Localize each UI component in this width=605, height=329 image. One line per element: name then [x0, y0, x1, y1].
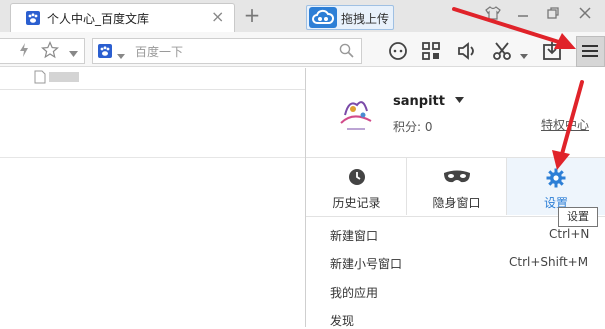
chat-icon[interactable]: [387, 40, 409, 62]
history-tile[interactable]: 历史记录: [307, 158, 407, 215]
menu-item-my-apps[interactable]: 我的应用: [330, 284, 378, 301]
baidu-engine-icon[interactable]: [98, 44, 112, 58]
chevron-down-icon[interactable]: [69, 46, 78, 60]
incognito-label: 隐身窗口: [432, 196, 481, 210]
search-placeholder: 百度一下: [135, 45, 184, 59]
tab-baidu-wenku[interactable]: 个人中心_百度文库 ×: [10, 3, 235, 33]
new-tab-button[interactable]: +: [240, 5, 264, 27]
menu-item-new-alt-window[interactable]: 新建小号窗口: [330, 255, 402, 272]
menu-button[interactable]: [576, 36, 605, 67]
cloud-icon: [309, 7, 337, 28]
account-caret-icon[interactable]: [455, 95, 464, 106]
lightning-icon[interactable]: [18, 42, 30, 61]
avatar[interactable]: [333, 93, 377, 133]
search-icon[interactable]: [339, 43, 354, 61]
blurred-bookmark[interactable]: [49, 72, 79, 82]
drag-upload-button[interactable]: 拖拽上传: [306, 5, 394, 30]
history-label: 历史记录: [332, 196, 381, 210]
menu-item-discover[interactable]: 发现: [330, 312, 354, 329]
search-box[interactable]: 百度一下: [92, 38, 362, 64]
star-icon[interactable]: [41, 40, 59, 62]
tab-title: 个人中心_百度文库: [47, 12, 150, 26]
points-text: 积分: 0: [393, 120, 433, 134]
annotation-arrow-to-settings: [552, 80, 584, 170]
menu-item-new-window[interactable]: 新建窗口: [330, 227, 378, 244]
apps-icon[interactable]: [420, 40, 442, 62]
hamburger-icon: [582, 45, 598, 57]
mask-icon: [444, 170, 470, 183]
upload-label: 拖拽上传: [341, 12, 390, 26]
username[interactable]: sanpitt: [393, 94, 445, 109]
engine-dropdown-icon[interactable]: [117, 48, 125, 62]
shortcut-new-window: Ctrl+N: [549, 227, 590, 241]
page-divider: [0, 157, 305, 158]
paw-icon: [26, 11, 40, 25]
close-window-icon[interactable]: [578, 6, 592, 24]
document-icon[interactable]: [34, 70, 46, 87]
annotation-arrow-to-menu: [452, 7, 576, 49]
tab-close-button[interactable]: ×: [211, 7, 224, 26]
settings-tooltip: 设置: [558, 207, 598, 227]
clock-icon: [349, 169, 365, 185]
shortcut-new-alt-window: Ctrl+Shift+M: [509, 255, 589, 269]
incognito-tile[interactable]: 隐身窗口: [407, 158, 507, 215]
